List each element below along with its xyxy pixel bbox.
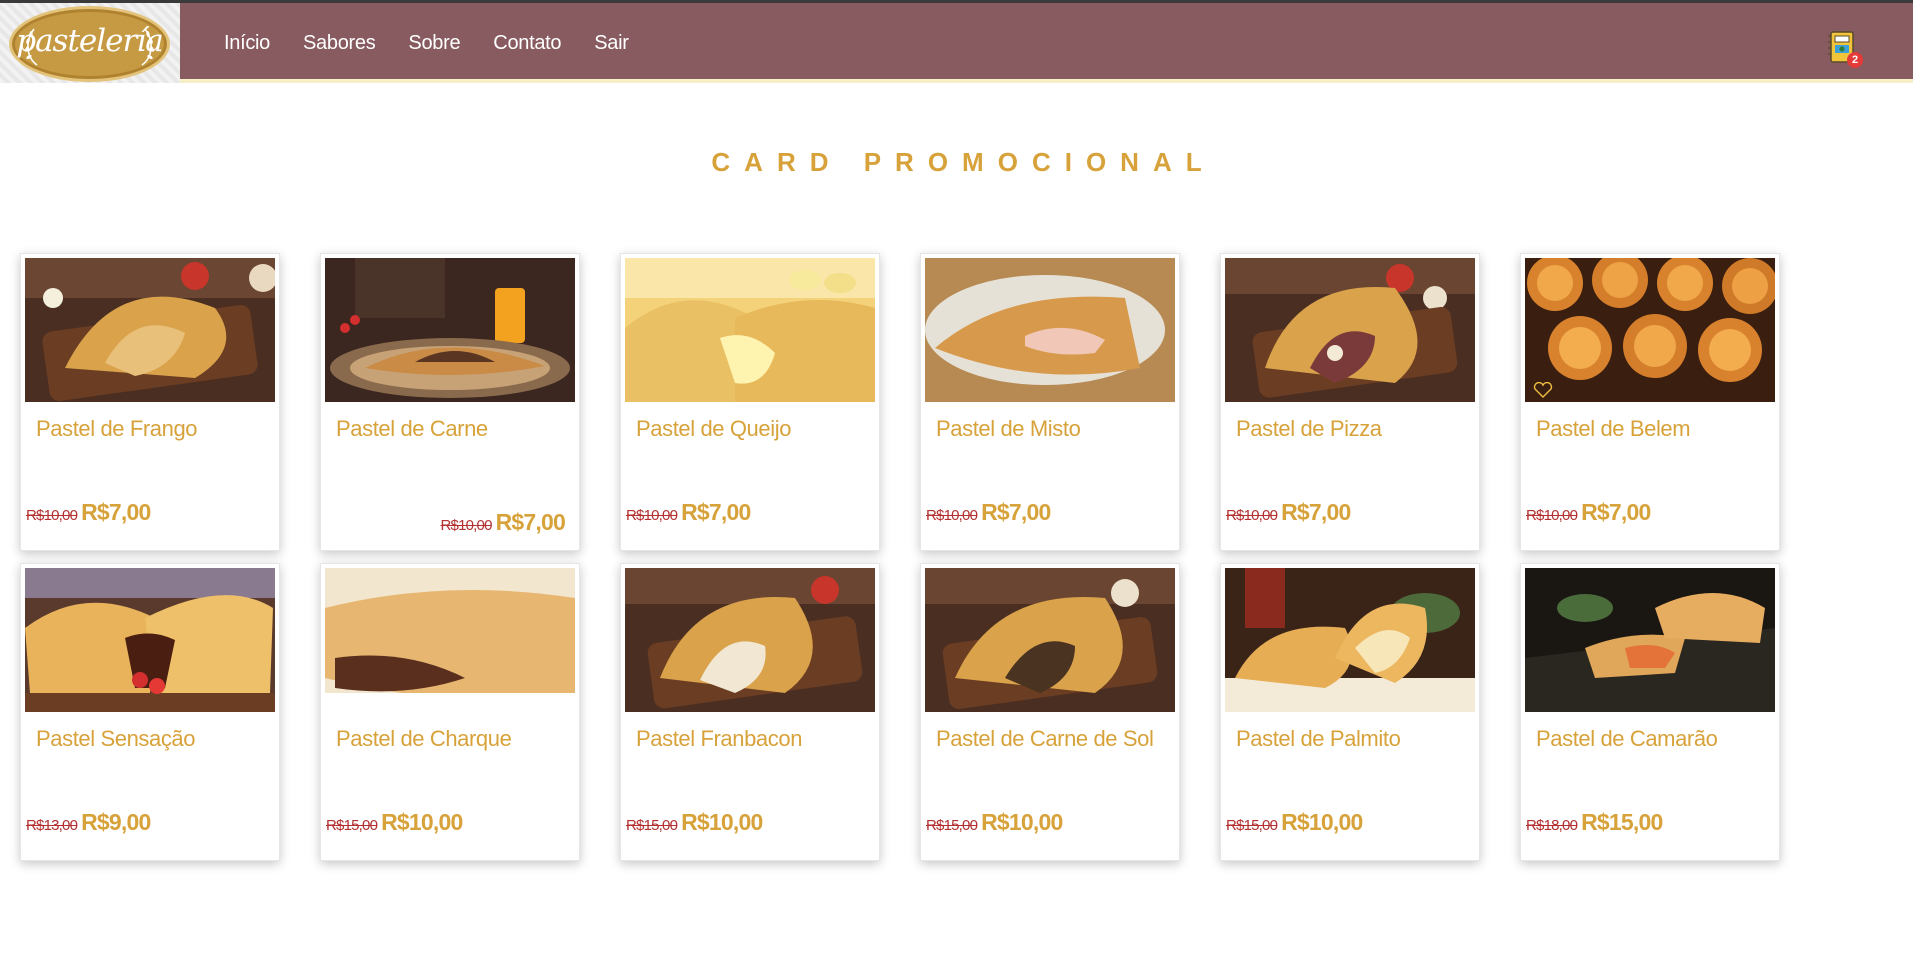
product-price: R$15,00 R$10,00 [326,809,463,836]
promo-price: R$15,00 [1581,809,1663,835]
product-name: Pastel de Palmito [1236,726,1401,751]
promo-price: R$7,00 [981,499,1051,525]
old-price: R$10,00 [926,507,978,524]
laurel-right-icon [141,28,155,66]
main-nav: Início Sabores Sobre Contato Sair [224,3,662,83]
product-card[interactable]: Pastel de Belem R$10,00 R$7,00 [1520,253,1780,551]
product-name: Pastel de Frango [36,416,198,441]
promo-price: R$10,00 [1281,809,1363,835]
old-price: R$15,00 [626,817,678,834]
product-price: R$18,00 R$15,00 [1526,809,1663,836]
product-price: R$10,00 R$7,00 [626,499,751,526]
promo-price: R$9,00 [81,809,151,835]
product-card[interactable]: Pastel de Carne R$10,00 R$7,00 [320,253,580,551]
product-image [625,258,875,402]
old-price: R$10,00 [1526,507,1578,524]
product-card[interactable]: Pastel de Camarão R$18,00 R$15,00 [1520,563,1780,861]
product-name: Pastel de Queijo [636,416,792,441]
promo-price: R$10,00 [681,809,763,835]
product-name: Pastel de Belem [1536,416,1691,441]
product-name: Pastel de Charque [336,726,512,751]
logo-area: pastelería [0,3,180,83]
old-price: R$15,00 [326,817,378,834]
old-price: R$15,00 [926,817,978,834]
product-card[interactable]: Pastel de Carne de Sol R$15,00 R$10,00 [920,563,1180,861]
promo-price: R$7,00 [1281,499,1351,525]
product-image [1225,568,1475,712]
cart-count-badge: 2 [1847,52,1863,68]
product-card[interactable]: Pastel de Misto R$10,00 R$7,00 [920,253,1180,551]
product-name: Pastel Sensação [36,726,196,751]
product-price: R$15,00 R$10,00 [1226,809,1363,836]
product-image [1525,568,1775,712]
product-image [325,258,575,402]
product-image [1225,258,1475,402]
product-name: Pastel de Carne de Sol [936,726,1154,751]
product-price: R$10,00 R$7,00 [1526,499,1651,526]
product-image [925,258,1175,402]
nav-link-sobre[interactable]: Sobre [408,32,460,55]
old-price: R$10,00 [26,507,78,524]
product-price: R$15,00 R$10,00 [626,809,763,836]
product-card[interactable]: Pastel Franbacon R$15,00 R$10,00 [620,563,880,861]
product-price: R$10,00 R$7,00 [441,509,566,536]
nav-link-inicio[interactable]: Início [224,32,270,55]
promo-price: R$7,00 [495,509,566,535]
old-price: R$10,00 [1226,507,1278,524]
promo-price: R$7,00 [81,499,151,525]
product-card[interactable]: Pastel Sensação R$13,00 R$9,00 [20,563,280,861]
brand-logo[interactable]: pastelería [9,6,170,82]
old-price: R$15,00 [1226,817,1278,834]
product-image [325,568,575,712]
heart-icon[interactable] [1533,382,1553,398]
product-image [25,258,275,402]
product-card[interactable]: Pastel de Charque R$15,00 R$10,00 [320,563,580,861]
product-name: Pastel Franbacon [636,726,803,751]
product-price: R$10,00 R$7,00 [26,499,151,526]
old-price: R$18,00 [1526,817,1578,834]
nav-link-sabores[interactable]: Sabores [303,32,376,55]
old-price: R$10,00 [440,517,493,534]
old-price: R$13,00 [26,817,78,834]
product-image [25,568,275,712]
product-image [625,568,875,712]
site-header: pastelería Início Sabores Sobre Contato … [0,3,1913,83]
product-card[interactable]: Pastel de Pizza R$10,00 R$7,00 [1220,253,1480,551]
nav-link-sair[interactable]: Sair [594,32,629,55]
product-card[interactable]: Pastel de Queijo R$10,00 R$7,00 [620,253,880,551]
promo-price: R$7,00 [1581,499,1651,525]
product-image [925,568,1175,712]
product-image [1525,258,1775,402]
product-name: Pastel de Pizza [1236,416,1382,441]
product-price: R$10,00 R$7,00 [926,499,1051,526]
product-name: Pastel de Carne [336,416,488,441]
product-price: R$10,00 R$7,00 [1226,499,1351,526]
product-card[interactable]: Pastel de Frango R$10,00 R$7,00 [20,253,280,551]
nav-link-contato[interactable]: Contato [493,32,561,55]
product-name: Pastel de Misto [936,416,1081,441]
section-title: CARD PROMOCIONAL [711,147,1216,177]
product-price: R$13,00 R$9,00 [26,809,151,836]
old-price: R$10,00 [626,507,678,524]
promo-price: R$10,00 [381,809,463,835]
product-price: R$15,00 R$10,00 [926,809,1063,836]
promo-price: R$10,00 [981,809,1063,835]
product-name: Pastel de Camarão [1536,726,1718,751]
product-card[interactable]: Pastel de Palmito R$15,00 R$10,00 [1220,563,1480,861]
promo-price: R$7,00 [681,499,751,525]
